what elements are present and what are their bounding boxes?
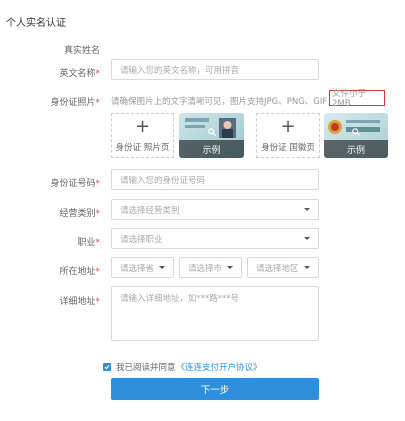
required-mark: * bbox=[95, 267, 101, 277]
required-mark: * bbox=[95, 238, 101, 248]
district-select[interactable]: 请选择地区 bbox=[247, 257, 319, 278]
district-value: 请选择地区 bbox=[256, 263, 299, 274]
required-mark: * bbox=[95, 69, 101, 79]
chevron-down-icon bbox=[304, 208, 310, 211]
business-type-label: 经营类别* bbox=[5, 206, 100, 219]
english-name-placeholder: 请输入您的英文名称，可用拼音 bbox=[120, 65, 240, 76]
english-name-label-text: 英文名称 bbox=[59, 69, 96, 79]
id-back-upload-label: 身份证 国徽页 bbox=[261, 142, 315, 153]
sample-label: 示例 bbox=[202, 145, 221, 156]
required-mark: * bbox=[95, 98, 101, 108]
agreement-text: 我已阅读并同意 bbox=[116, 363, 176, 373]
province-value: 请选择省 bbox=[120, 263, 155, 274]
chevron-down-icon bbox=[159, 266, 165, 269]
id-front-sample[interactable]: 示例 bbox=[179, 113, 244, 158]
chevron-down-icon bbox=[227, 266, 233, 269]
required-mark: * bbox=[95, 209, 101, 219]
check-icon bbox=[104, 365, 110, 370]
detail-address-textarea[interactable]: 请输入详细地址，如***路***号 bbox=[111, 286, 319, 341]
occupation-label: 职业* bbox=[5, 235, 100, 248]
id-photo-hint: 请确保图片上的文字清晰可见，图片支持JPG、PNG、GIF， bbox=[111, 97, 336, 107]
city-value: 请选择市 bbox=[188, 263, 223, 274]
plus-icon: + bbox=[134, 115, 151, 137]
id-front-upload[interactable]: + 身份证 照片页 bbox=[111, 113, 174, 158]
id-photo-label-text: 身份证照片 bbox=[50, 98, 96, 108]
address-label: 所在地址* bbox=[5, 264, 100, 277]
sample-label: 示例 bbox=[346, 145, 365, 156]
agreement-link[interactable]: 《连连支付开户协议》 bbox=[177, 361, 262, 373]
id-number-placeholder: 请输入您的身份证号码 bbox=[120, 175, 206, 186]
sample-overlay: 示例 bbox=[179, 140, 244, 158]
business-type-value: 请选择经营类别 bbox=[120, 205, 180, 216]
real-name-label: 真实姓名 bbox=[5, 43, 100, 56]
real-name-label-text: 真实姓名 bbox=[63, 46, 100, 56]
occupation-value: 请选择职业 bbox=[120, 234, 163, 245]
id-photo-label: 身份证照片* bbox=[5, 95, 100, 108]
magnifier-icon bbox=[208, 128, 216, 136]
city-select[interactable]: 请选择市 bbox=[179, 257, 242, 278]
required-mark: * bbox=[95, 179, 101, 189]
id-number-label: 身份证号码* bbox=[5, 176, 100, 189]
id-number-input[interactable]: 请输入您的身份证号码 bbox=[111, 169, 319, 190]
file-size-limit: 文件小于2MB bbox=[329, 89, 385, 109]
detail-address-label: 详细地址* bbox=[5, 294, 100, 307]
magnifier-icon bbox=[352, 128, 360, 136]
id-back-sample[interactable]: 示例 bbox=[324, 113, 388, 158]
plus-icon: + bbox=[280, 115, 296, 137]
chevron-down-icon bbox=[304, 237, 310, 240]
required-mark: * bbox=[95, 297, 101, 307]
sample-overlay: 示例 bbox=[324, 140, 388, 158]
detail-address-placeholder: 请输入详细地址，如***路***号 bbox=[120, 294, 240, 304]
id-number-label-text: 身份证号码 bbox=[50, 179, 96, 189]
agreement-row: 我已阅读并同意 《连连支付开户协议》 bbox=[103, 361, 262, 373]
english-name-label: 英文名称* bbox=[5, 66, 100, 79]
detail-address-label-text: 详细地址 bbox=[59, 297, 96, 307]
occupation-label-text: 职业 bbox=[77, 238, 96, 248]
next-button[interactable]: 下一步 bbox=[111, 378, 319, 400]
occupation-select[interactable]: 请选择职业 bbox=[111, 228, 319, 249]
business-type-label-text: 经营类别 bbox=[59, 209, 96, 219]
page-title: 个人实名认证 bbox=[6, 18, 66, 29]
english-name-input[interactable]: 请输入您的英文名称，可用拼音 bbox=[111, 59, 319, 80]
agreement-checkbox[interactable] bbox=[103, 363, 111, 371]
business-type-select[interactable]: 请选择经营类别 bbox=[111, 199, 319, 220]
id-back-upload[interactable]: + 身份证 国徽页 bbox=[256, 113, 320, 158]
id-front-upload-label: 身份证 照片页 bbox=[115, 142, 170, 153]
province-select[interactable]: 请选择省 bbox=[111, 257, 174, 278]
address-label-text: 所在地址 bbox=[59, 267, 96, 277]
next-button-label: 下一步 bbox=[200, 385, 230, 396]
chevron-down-icon bbox=[304, 266, 310, 269]
